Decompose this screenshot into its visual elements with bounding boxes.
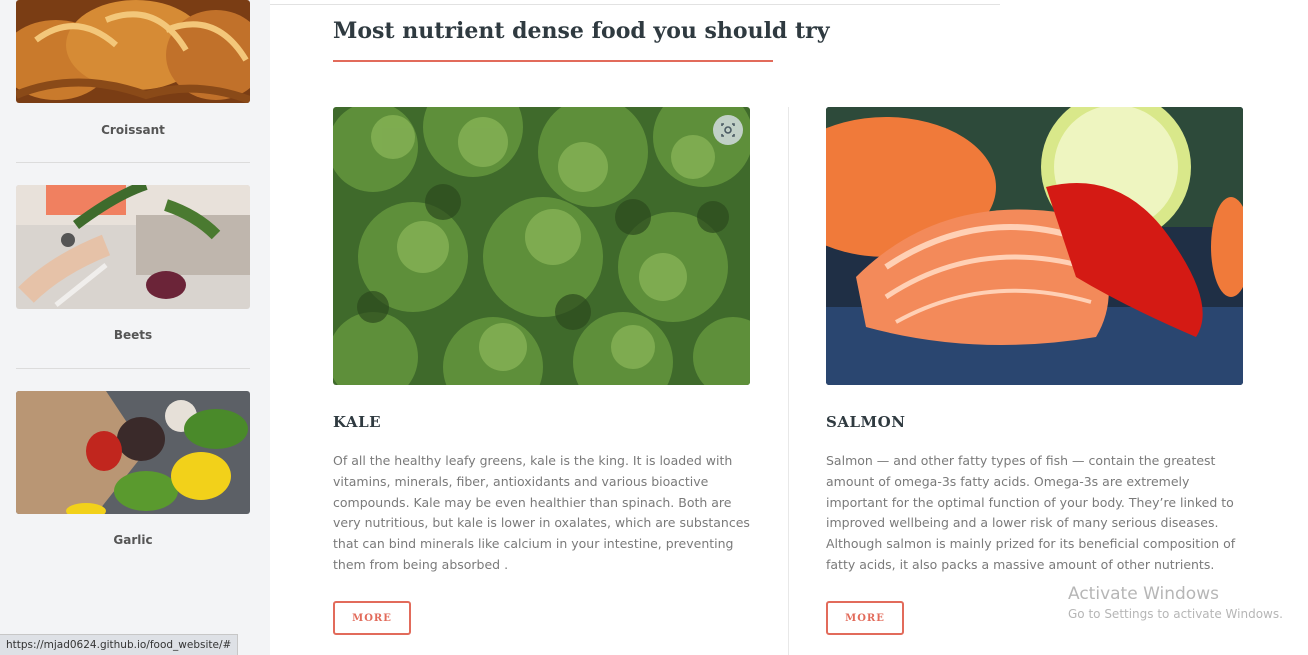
activate-windows-title: Activate Windows bbox=[1068, 584, 1219, 604]
sidebar-item-label[interactable]: Croissant bbox=[16, 123, 250, 137]
beets-image[interactable] bbox=[16, 185, 250, 309]
section-title: Most nutrient dense food you should try bbox=[333, 18, 830, 44]
salmon-image[interactable] bbox=[826, 107, 1243, 385]
sidebar-item-label[interactable]: Garlic bbox=[16, 533, 250, 547]
divider bbox=[16, 368, 250, 369]
status-bar-url: https://mjad0624.github.io/food_website/… bbox=[0, 634, 239, 655]
sidebar: Croissant Beets Garlic bbox=[0, 0, 270, 655]
card-description-kale: Of all the healthy leafy greens, kale is… bbox=[333, 453, 750, 572]
card-description-salmon: Salmon — and other fatty types of fish —… bbox=[826, 453, 1236, 572]
title-underline bbox=[333, 60, 773, 62]
divider bbox=[16, 162, 250, 163]
activate-windows-subtitle: Go to Settings to activate Windows. bbox=[1068, 607, 1283, 621]
more-button-kale[interactable]: MORE bbox=[333, 601, 411, 635]
croissant-image[interactable] bbox=[16, 0, 250, 103]
garlic-image[interactable] bbox=[16, 391, 250, 514]
kale-image[interactable] bbox=[333, 107, 750, 385]
more-button-salmon[interactable]: MORE bbox=[826, 601, 904, 635]
browser-top-edge bbox=[270, 0, 1000, 5]
visual-search-icon[interactable] bbox=[713, 115, 743, 145]
column-divider bbox=[788, 107, 789, 655]
sidebar-item-label[interactable]: Beets bbox=[16, 328, 250, 342]
card-title-salmon: SALMON bbox=[826, 413, 906, 431]
card-title-kale: KALE bbox=[333, 413, 382, 431]
